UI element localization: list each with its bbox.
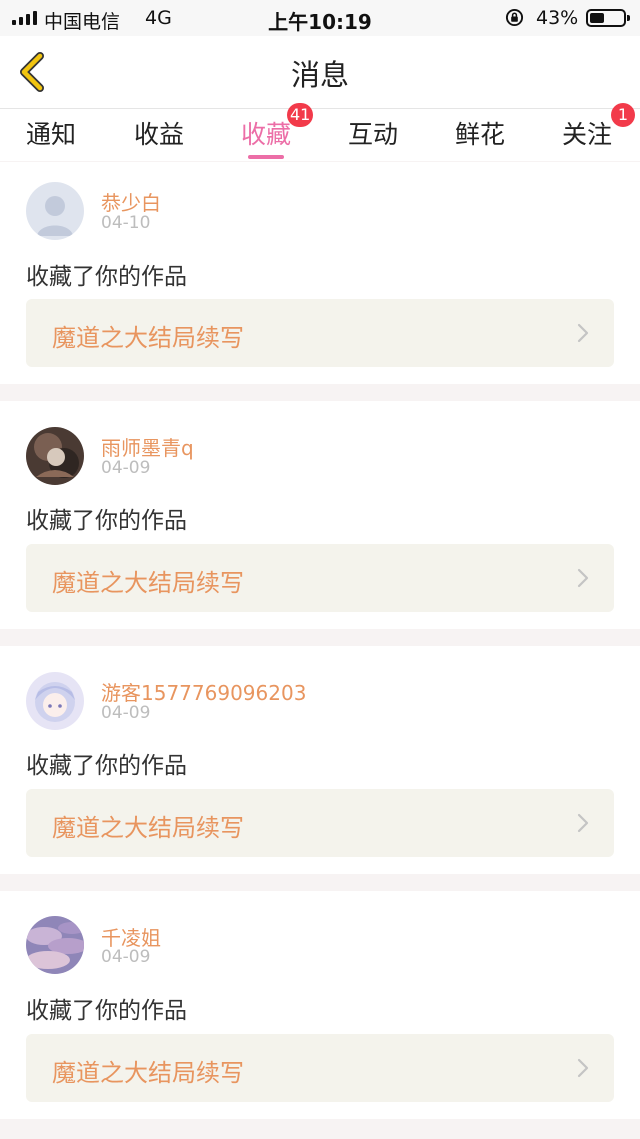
tab-earnings[interactable]: 收益 bbox=[134, 115, 184, 151]
default-avatar-icon bbox=[26, 182, 84, 240]
unread-badge: 41 bbox=[287, 103, 314, 127]
avatar[interactable] bbox=[26, 672, 84, 730]
work-link[interactable]: 魔道之大结局续写 bbox=[26, 1034, 614, 1102]
battery-percent: 43% bbox=[536, 7, 579, 29]
chevron-right-icon bbox=[577, 1058, 589, 1078]
avatar[interactable] bbox=[26, 427, 84, 485]
work-link[interactable]: 魔道之大结局续写 bbox=[26, 299, 614, 367]
message-date: 04-10 bbox=[101, 213, 151, 233]
user-avatar-image bbox=[26, 672, 84, 730]
message-card: 游客1577769096203 04-09 收藏了你的作品 魔道之大结局续写 bbox=[0, 646, 640, 874]
action-text: 收藏了你的作品 bbox=[26, 998, 187, 1024]
username[interactable]: 游客1577769096203 bbox=[101, 677, 306, 706]
work-title: 魔道之大结局续写 bbox=[52, 569, 244, 597]
chevron-right-icon bbox=[577, 813, 589, 833]
orientation-lock-icon bbox=[505, 8, 524, 27]
message-card: 恭少白 04-10 收藏了你的作品 魔道之大结局续写 bbox=[0, 162, 640, 384]
tab-following[interactable]: 关注 1 bbox=[562, 103, 635, 151]
chevron-right-icon bbox=[577, 323, 589, 343]
chevron-right-icon bbox=[577, 568, 589, 588]
battery-icon bbox=[586, 9, 630, 27]
tab-favorites[interactable]: 收藏 41 bbox=[241, 103, 314, 159]
tab-label: 关注 bbox=[562, 120, 613, 149]
tab-label: 互动 bbox=[348, 120, 399, 149]
message-date: 04-09 bbox=[101, 703, 151, 723]
work-link[interactable]: 魔道之大结局续写 bbox=[26, 789, 614, 857]
user-avatar-image bbox=[26, 427, 84, 485]
action-text: 收藏了你的作品 bbox=[26, 264, 187, 290]
unread-badge: 1 bbox=[611, 103, 635, 127]
tab-interaction[interactable]: 互动 bbox=[348, 115, 398, 151]
work-title: 魔道之大结局续写 bbox=[52, 324, 244, 352]
tab-label: 收益 bbox=[134, 120, 185, 149]
status-bar: 中国电信 4G 上午10:19 43% bbox=[0, 0, 640, 36]
avatar[interactable] bbox=[26, 916, 84, 974]
message-tabs: 通知 收益 收藏 41 互动 鲜花 关注 1 bbox=[0, 103, 640, 161]
user-avatar-image bbox=[26, 916, 84, 974]
active-tab-indicator bbox=[248, 155, 284, 159]
action-text: 收藏了你的作品 bbox=[26, 508, 187, 534]
message-date: 04-09 bbox=[101, 947, 151, 967]
tab-label: 鲜花 bbox=[455, 120, 506, 149]
tab-flowers[interactable]: 鲜花 bbox=[455, 115, 505, 151]
work-title: 魔道之大结局续写 bbox=[52, 1059, 244, 1087]
action-text: 收藏了你的作品 bbox=[26, 753, 187, 779]
tab-label: 通知 bbox=[26, 120, 77, 149]
message-card: 千凌姐 04-09 收藏了你的作品 魔道之大结局续写 bbox=[0, 891, 640, 1119]
message-date: 04-09 bbox=[101, 458, 151, 478]
message-card: 雨师墨青q 04-09 收藏了你的作品 魔道之大结局续写 bbox=[0, 401, 640, 629]
tab-label: 收藏 bbox=[241, 120, 292, 149]
username[interactable]: 恭少白 bbox=[101, 187, 161, 216]
username[interactable]: 雨师墨青q bbox=[101, 432, 194, 461]
work-title: 魔道之大结局续写 bbox=[52, 814, 244, 842]
navigation-header: 消息 bbox=[0, 36, 640, 109]
work-link[interactable]: 魔道之大结局续写 bbox=[26, 544, 614, 612]
page-title: 消息 bbox=[290, 58, 349, 92]
avatar[interactable] bbox=[26, 182, 84, 240]
tab-notification[interactable]: 通知 bbox=[26, 115, 76, 151]
